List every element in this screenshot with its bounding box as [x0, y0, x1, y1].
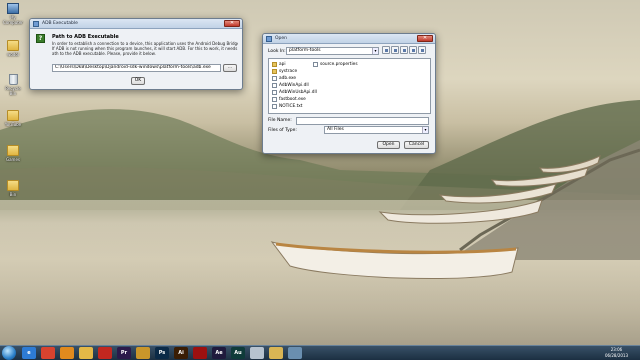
open-dialog-title: Open [275, 36, 288, 41]
folder-app-icon[interactable] [269, 347, 283, 359]
desktop-icon-my-computer[interactable]: My Computer [2, 3, 24, 25]
cancel-button[interactable]: Cancel [404, 141, 429, 149]
home-button[interactable] [391, 46, 399, 54]
up-folder-icon [385, 49, 388, 52]
file-item[interactable]: adb.exe [272, 76, 296, 81]
folder-icon [272, 62, 277, 67]
photoshop-icon[interactable]: Ps [155, 347, 169, 359]
folder-icon [272, 69, 277, 74]
taskbar: e Pr Ps Ai Ae Au 23:06 06/28/2013 [0, 345, 640, 360]
file-icon [272, 90, 277, 95]
file-item[interactable]: AdbWinUsbApi.dll [272, 90, 317, 95]
computer-icon [7, 3, 19, 14]
look-in-label: Look In: [268, 49, 286, 54]
java-app-icon[interactable] [250, 347, 264, 359]
system-clock[interactable]: 23:06 06/28/2013 [605, 347, 628, 359]
clock-date: 06/28/2013 [604, 353, 628, 358]
adb-executable-dialog: ADB Executable ✕ ? Path to ADB Executabl… [29, 18, 243, 90]
after-effects-icon[interactable]: Ae [212, 347, 226, 359]
files-of-type-combo[interactable]: All Files ▾ [324, 126, 429, 134]
app-game-icon[interactable] [136, 347, 150, 359]
open-dialog-titlebar[interactable]: Open ✕ [263, 34, 435, 44]
file-list[interactable]: api systrace adb.exe AdbWinApi.dll AdbWi… [268, 58, 431, 114]
java-window-icon [266, 36, 272, 42]
adb-dialog-title: ADB Executable [42, 21, 78, 26]
file-item[interactable]: fastboot.exe [272, 97, 306, 102]
desktop-icon-bin[interactable]: Bin [2, 180, 24, 197]
start-button[interactable] [2, 346, 16, 360]
network-app-icon[interactable] [288, 347, 302, 359]
folder-icon [7, 145, 19, 156]
adb-dialog-titlebar[interactable]: ADB Executable ✕ [30, 19, 242, 29]
chevron-down-icon: ▾ [422, 127, 428, 133]
new-folder-button[interactable] [400, 46, 408, 54]
java-window-icon [33, 21, 39, 27]
new-folder-icon [403, 49, 406, 52]
premiere-icon[interactable]: Pr [117, 347, 131, 359]
illustrator-icon[interactable]: Ai [174, 347, 188, 359]
ok-button[interactable]: OK [131, 77, 145, 85]
open-button[interactable]: Open [377, 141, 400, 149]
file-item[interactable]: api [272, 62, 286, 67]
details-view-button[interactable] [418, 46, 426, 54]
acrobat-icon[interactable] [193, 347, 207, 359]
chevron-down-icon: ▾ [372, 48, 378, 54]
desktop-icon-youtube[interactable]: YouTube [2, 110, 24, 127]
question-icon: ? [36, 34, 45, 43]
list-view-icon [412, 49, 415, 52]
adb-dialog-heading: Path to ADB Executable [52, 34, 119, 40]
folder-icon [7, 180, 19, 191]
file-name-input[interactable] [296, 117, 429, 125]
details-view-icon [421, 49, 424, 52]
browse-button[interactable]: ... [223, 64, 237, 72]
file-item[interactable]: NOTICE.txt [272, 104, 302, 109]
list-view-button[interactable] [409, 46, 417, 54]
file-item[interactable]: systrace [272, 69, 297, 74]
close-button[interactable]: ✕ [417, 35, 433, 42]
file-icon [272, 76, 277, 81]
file-name-label: File Name: [268, 118, 292, 123]
app-red-icon[interactable] [98, 347, 112, 359]
file-icon [313, 62, 318, 67]
file-item[interactable]: AdbWinApi.dll [272, 83, 309, 88]
up-folder-button[interactable] [382, 46, 390, 54]
adb-path-input[interactable]: C:\Users\DkB\Desktop\Djandroid-sdk-windo… [52, 64, 221, 72]
file-icon [272, 104, 277, 109]
desktop-icon-games[interactable]: Games [2, 145, 24, 162]
desktop-icon-recycle-bin[interactable]: Recycle Bin [2, 74, 24, 96]
folder-icon [7, 110, 19, 121]
recycle-bin-icon [8, 74, 18, 85]
media-player-icon[interactable] [60, 347, 74, 359]
home-icon [394, 49, 397, 52]
chrome-icon[interactable] [41, 347, 55, 359]
files-of-type-label: Files of Type: [268, 128, 297, 133]
file-icon [272, 97, 277, 102]
adb-dialog-description: In order to establish a connection to a … [52, 41, 238, 56]
file-item[interactable]: source.properties [313, 62, 358, 67]
audition-icon[interactable]: Au [231, 347, 245, 359]
file-icon [272, 83, 277, 88]
explorer-icon[interactable] [79, 347, 93, 359]
internet-explorer-icon[interactable]: e [22, 347, 36, 359]
desktop-icon-wodol[interactable]: wodol [2, 40, 24, 57]
folder-icon [7, 40, 19, 51]
look-in-combo[interactable]: platform-tools ▾ [286, 47, 379, 55]
close-button[interactable]: ✕ [224, 20, 240, 27]
